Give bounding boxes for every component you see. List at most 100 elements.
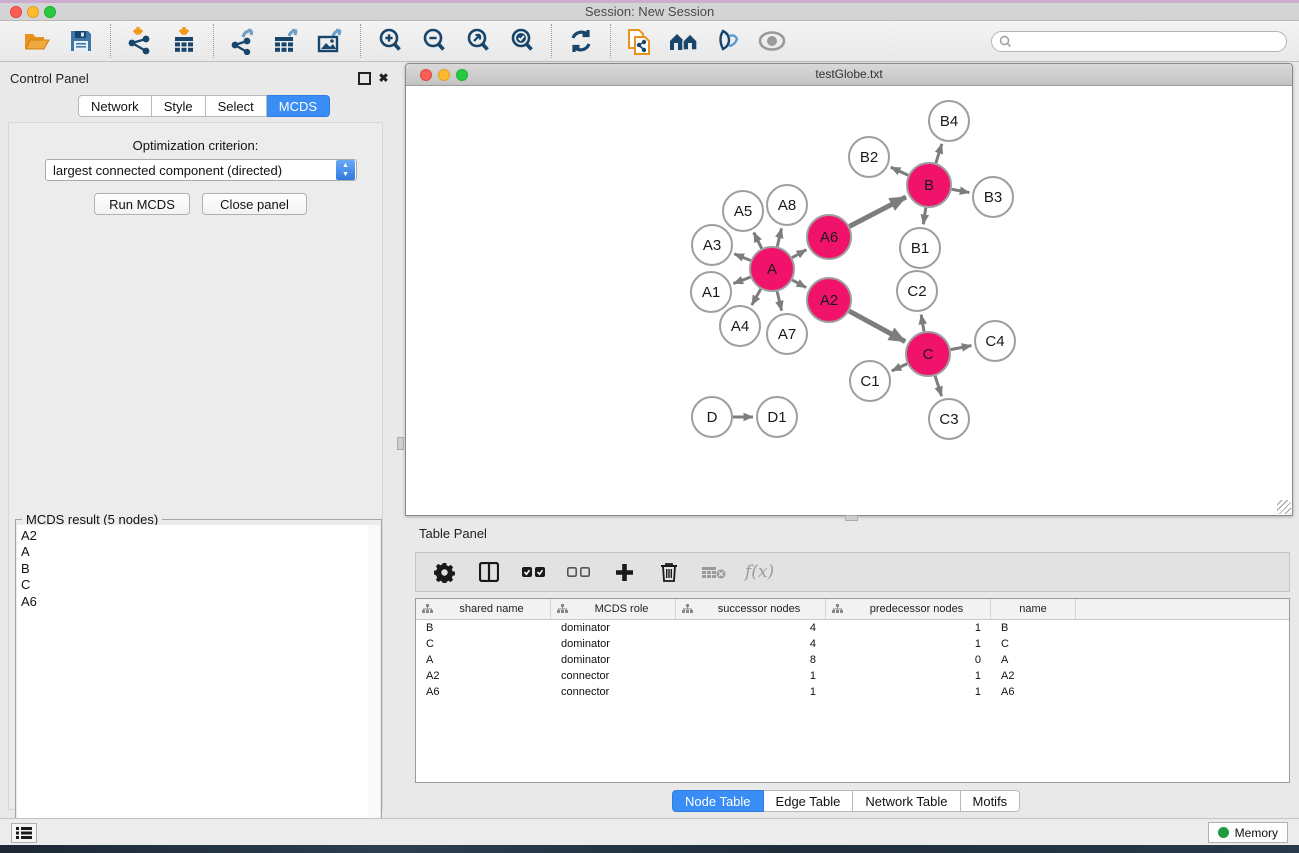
add-column-icon[interactable] — [610, 558, 638, 586]
result-scrollbar[interactable] — [368, 525, 380, 853]
clone-network-icon[interactable] — [623, 25, 657, 57]
edge-B-B4[interactable] — [936, 144, 942, 163]
table-cell[interactable]: A6 — [991, 686, 1076, 698]
show-hide-graphics-icon[interactable] — [711, 25, 745, 57]
zoom-in-icon[interactable] — [373, 25, 407, 57]
open-file-icon[interactable] — [20, 25, 54, 57]
edge-A-A4[interactable] — [752, 289, 761, 305]
table-cell[interactable]: 1 — [676, 686, 826, 698]
result-item[interactable]: B — [21, 561, 369, 577]
tab-motifs[interactable]: Motifs — [961, 790, 1021, 812]
table-cell[interactable]: connector — [551, 670, 676, 682]
edge-A2-C[interactable] — [849, 311, 905, 342]
search-field[interactable] — [1016, 34, 1286, 48]
table-cell[interactable]: 0 — [826, 654, 991, 666]
column-layout-icon[interactable] — [475, 558, 503, 586]
network-window-titlebar[interactable]: testGlobe.txt — [406, 64, 1292, 86]
edge-C-C1[interactable] — [892, 364, 907, 371]
close-panel-icon[interactable]: ✖ — [377, 72, 390, 85]
mcds-result-list[interactable]: A2ABCA6 — [17, 525, 370, 853]
window-resize-grip[interactable] — [1277, 500, 1291, 514]
close-window-button[interactable] — [10, 6, 22, 18]
table-row[interactable]: A2connector11A2 — [416, 668, 1289, 684]
edge-A-A7[interactable] — [777, 291, 781, 310]
gear-icon[interactable] — [430, 558, 458, 586]
table-row[interactable]: Cdominator41C — [416, 636, 1289, 652]
deselect-all-icon[interactable] — [565, 558, 593, 586]
zoom-fit-icon[interactable] — [461, 25, 495, 57]
function-builder-icon[interactable]: f(x) — [745, 562, 774, 582]
tab-select[interactable]: Select — [206, 95, 267, 117]
tab-node-table[interactable]: Node Table — [672, 790, 764, 812]
birds-eye-icon[interactable] — [755, 25, 789, 57]
table-row[interactable]: Adominator80A — [416, 652, 1289, 668]
table-cell[interactable]: dominator — [551, 654, 676, 666]
edge-A-A1[interactable] — [733, 277, 750, 283]
run-mcds-button[interactable]: Run MCDS — [94, 193, 190, 215]
table-cell[interactable]: 1 — [676, 670, 826, 682]
export-network-icon[interactable] — [226, 25, 260, 57]
edge-A6-B[interactable] — [849, 197, 906, 226]
delete-column-icon[interactable] — [655, 558, 683, 586]
edge-B-B2[interactable] — [891, 167, 908, 175]
export-image-icon[interactable] — [314, 25, 348, 57]
table-cell[interactable]: connector — [551, 686, 676, 698]
tab-network[interactable]: Network — [78, 95, 152, 117]
result-item[interactable]: A — [21, 544, 369, 560]
table-cell[interactable]: A2 — [991, 670, 1076, 682]
maximize-network-button[interactable] — [456, 69, 468, 81]
minimize-network-button[interactable] — [438, 69, 450, 81]
table-cell[interactable]: A — [991, 654, 1076, 666]
table-cell[interactable]: dominator — [551, 638, 676, 650]
column-header-successor-nodes[interactable]: successor nodes — [676, 599, 826, 619]
edge-B-B1[interactable] — [923, 208, 925, 224]
edge-A-A3[interactable] — [734, 254, 750, 261]
float-panel-icon[interactable] — [358, 72, 371, 85]
edge-A-A6[interactable] — [792, 250, 806, 258]
table-cell[interactable]: 1 — [826, 638, 991, 650]
search-input[interactable] — [991, 31, 1287, 52]
table-cell[interactable]: A6 — [416, 686, 551, 698]
zoom-selected-icon[interactable] — [505, 25, 539, 57]
table-cell[interactable]: 4 — [676, 622, 826, 634]
result-item[interactable]: C — [21, 577, 369, 593]
memory-button[interactable]: Memory — [1208, 822, 1288, 843]
delete-table-icon[interactable] — [700, 558, 728, 586]
export-table-icon[interactable] — [270, 25, 304, 57]
edge-C-C3[interactable] — [935, 376, 942, 396]
table-cell[interactable]: 1 — [826, 686, 991, 698]
edge-C-C2[interactable] — [921, 315, 924, 332]
tab-edge-table[interactable]: Edge Table — [764, 790, 854, 812]
table-cell[interactable]: dominator — [551, 622, 676, 634]
column-header-predecessor-nodes[interactable]: predecessor nodes — [826, 599, 991, 619]
maximize-window-button[interactable] — [44, 6, 56, 18]
task-history-icon[interactable] — [11, 823, 37, 843]
column-header-MCDS-role[interactable]: MCDS role — [551, 599, 676, 619]
optimization-criterion-select[interactable]: largest connected component (directed) ▲… — [45, 159, 357, 181]
edge-A-A2[interactable] — [792, 280, 806, 288]
table-row[interactable]: Bdominator41B — [416, 620, 1289, 636]
close-panel-button[interactable]: Close panel — [202, 193, 307, 215]
tab-network-table[interactable]: Network Table — [853, 790, 960, 812]
table-cell[interactable]: 4 — [676, 638, 826, 650]
edge-B-B3[interactable] — [952, 189, 970, 192]
table-cell[interactable]: C — [991, 638, 1076, 650]
tab-mcds[interactable]: MCDS — [267, 95, 330, 117]
import-table-icon[interactable] — [167, 25, 201, 57]
edge-A-A5[interactable] — [754, 232, 762, 248]
edge-A-A8[interactable] — [777, 228, 781, 246]
tab-style[interactable]: Style — [152, 95, 206, 117]
table-cell[interactable]: A — [416, 654, 551, 666]
column-header-shared-name[interactable]: shared name — [416, 599, 551, 619]
import-network-icon[interactable] — [123, 25, 157, 57]
minimize-window-button[interactable] — [27, 6, 39, 18]
table-cell[interactable]: 1 — [826, 622, 991, 634]
splitpane-handle-left[interactable] — [397, 437, 404, 450]
refresh-icon[interactable] — [564, 25, 598, 57]
table-cell[interactable]: C — [416, 638, 551, 650]
table-cell[interactable]: A2 — [416, 670, 551, 682]
zoom-out-icon[interactable] — [417, 25, 451, 57]
table-row[interactable]: A6connector11A6 — [416, 684, 1289, 700]
column-header-name[interactable]: name — [991, 599, 1076, 619]
result-item[interactable]: A2 — [21, 528, 369, 544]
